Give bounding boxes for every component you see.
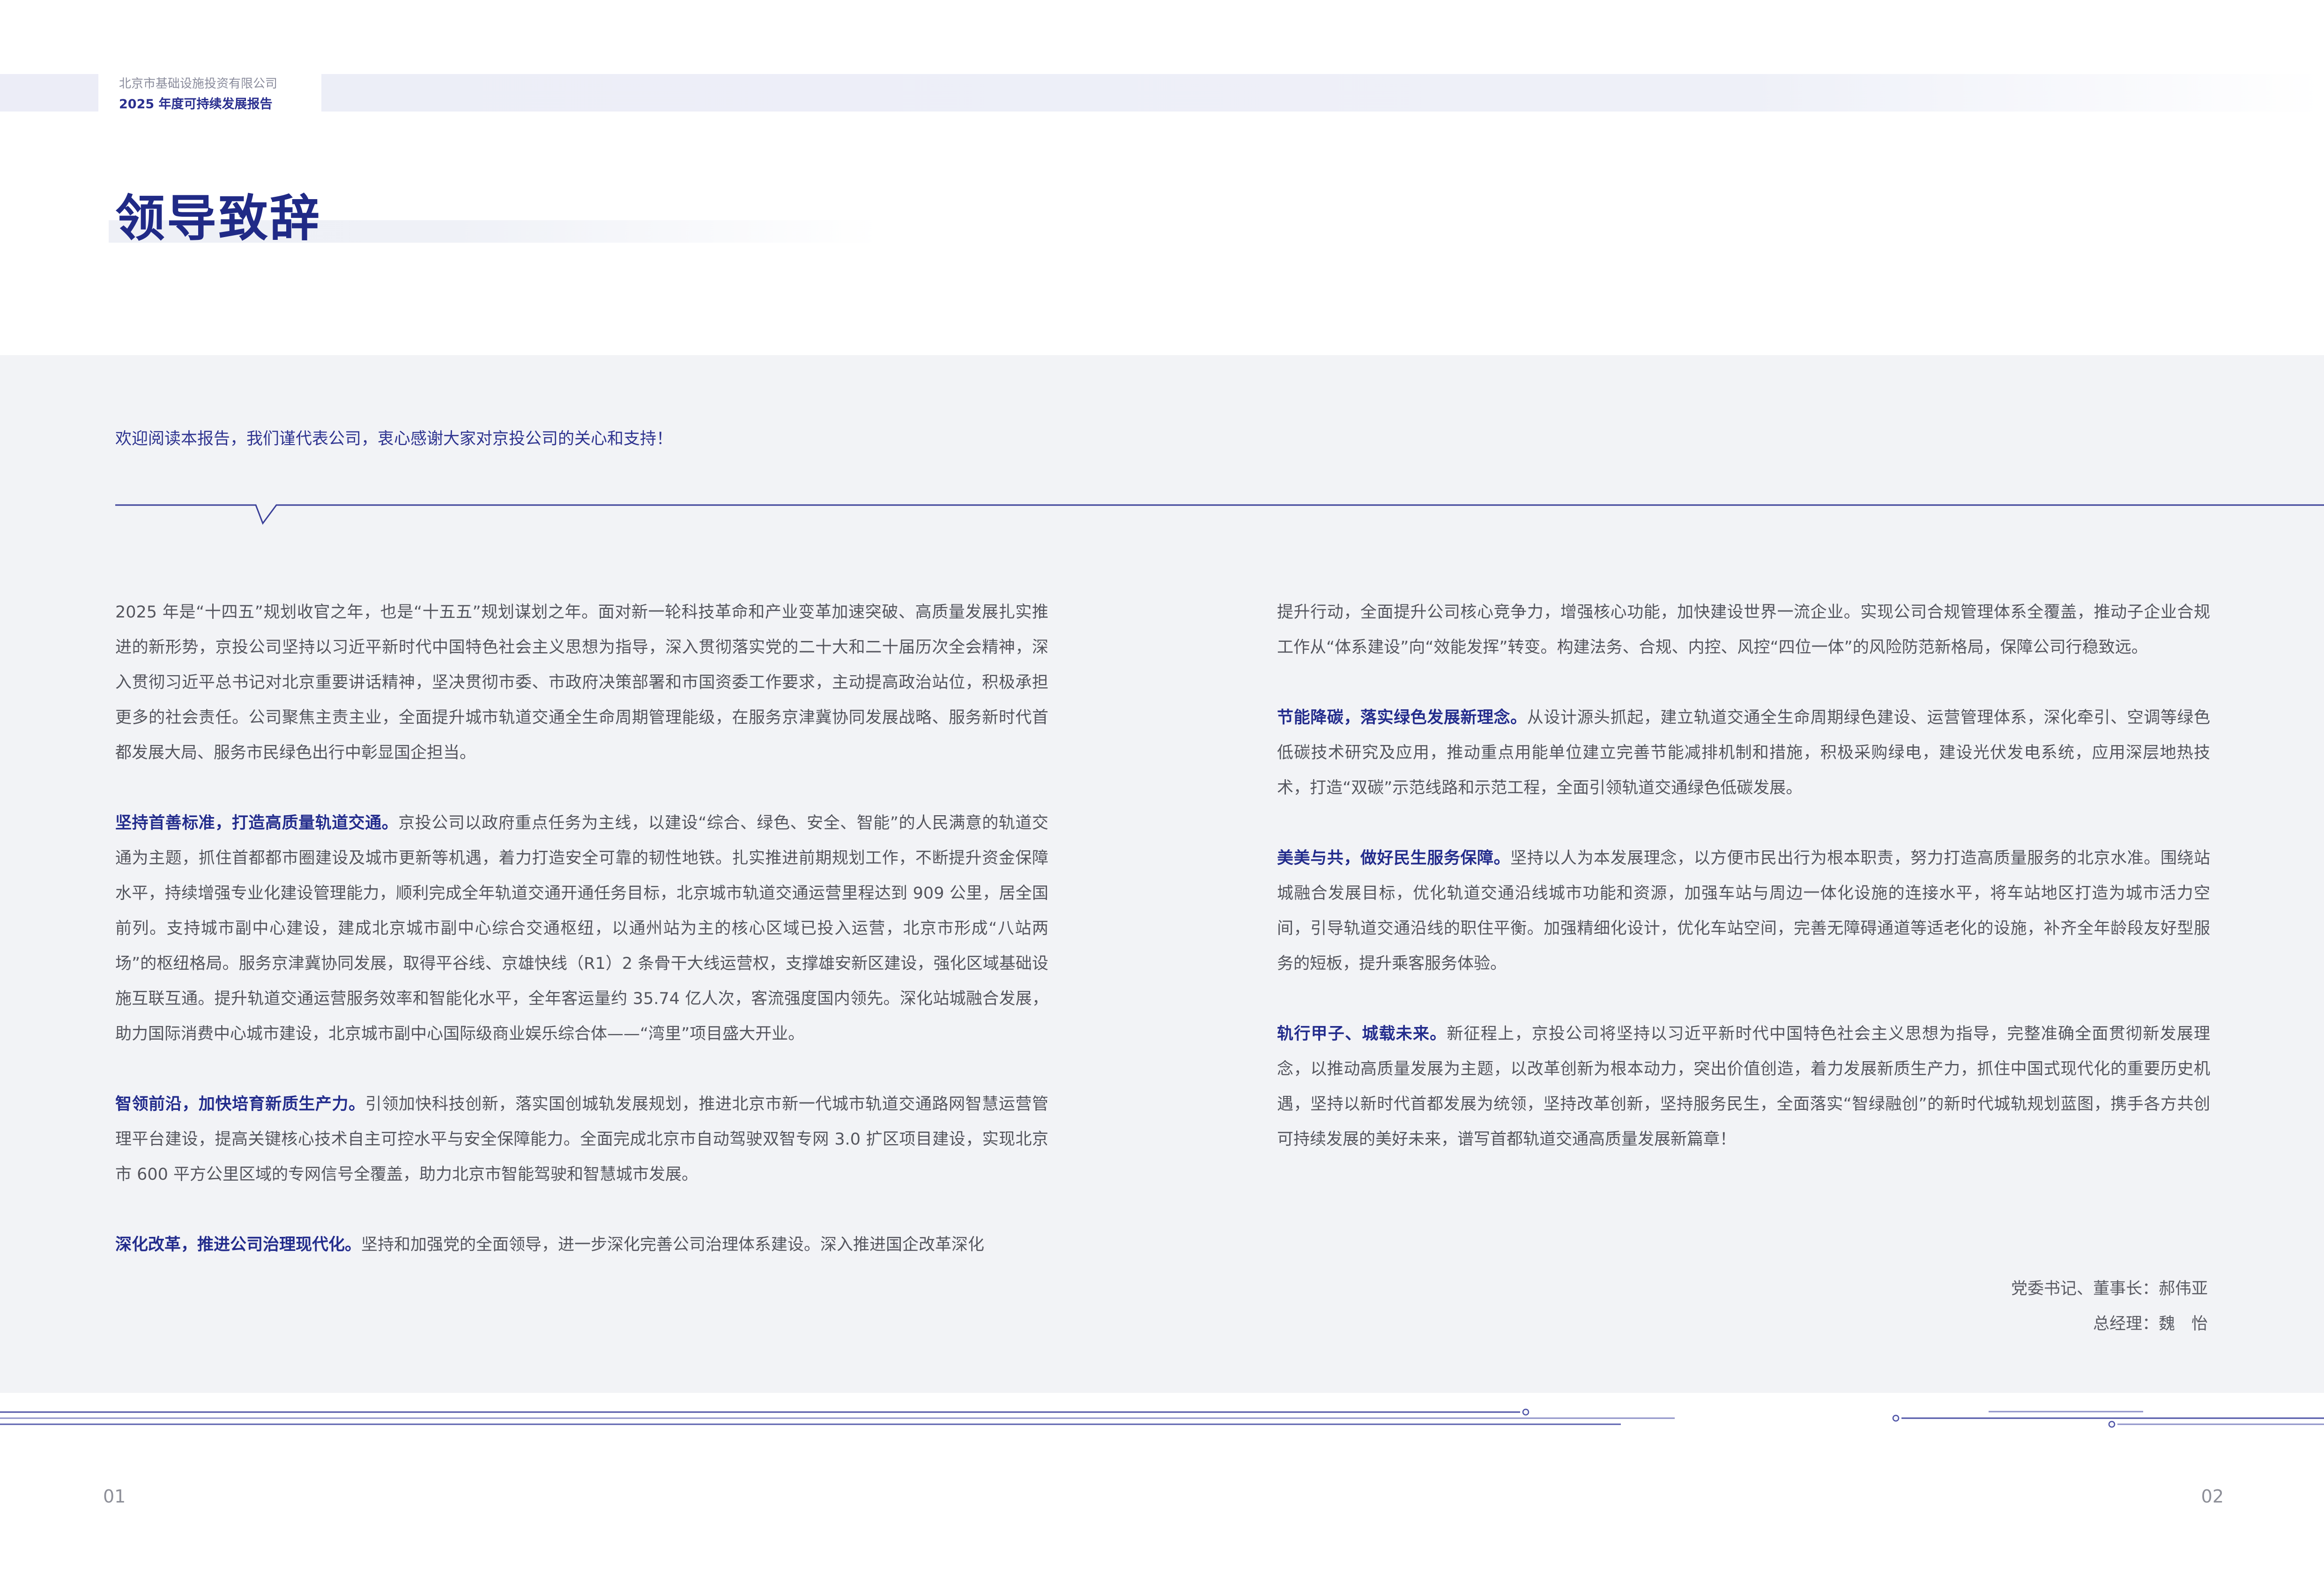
paragraph: 深化改革，推进公司治理现代化。坚持和加强党的全面领导，进一步深化完善公司治理体系… bbox=[115, 1227, 1048, 1263]
paragraph: 2025 年是“十四五”规划收官之年，也是“十五五”规划谋划之年。面对新一轮科技… bbox=[115, 595, 1048, 771]
right-column: 提升行动，全面提升公司核心竞争力，增强核心功能，加快建设世界一流企业。实现公司合… bbox=[1277, 595, 2210, 1157]
signature-chairman: 党委书记、董事长：郝伟亚 bbox=[2011, 1279, 2208, 1298]
page-number-right: 02 bbox=[2201, 1486, 2224, 1507]
paragraph-body: 京投公司以政府重点任务为主线，以建设“综合、绿色、安全、智能”的人民满意的轨道交… bbox=[115, 814, 1048, 1043]
paragraph: 美美与共，做好民生服务保障。坚持以人为本发展理念，以方便市民出行为根本职责，努力… bbox=[1277, 841, 2210, 982]
paragraph: 轨行甲子、城载未来。新征程上，京投公司将坚持以习近平新时代中国特色社会主义思想为… bbox=[1277, 1017, 2210, 1157]
left-column: 2025 年是“十四五”规划收官之年，也是“十五五”规划谋划之年。面对新一轮科技… bbox=[115, 595, 1048, 1263]
welcome-text: 欢迎阅读本报告，我们谨代表公司，衷心感谢大家对京投公司的关心和支持！ bbox=[115, 430, 673, 448]
paragraph-lead: 智领前沿，加快培育新质生产力。 bbox=[115, 1095, 365, 1114]
header-company-name: 北京市基础设施投资有限公司 bbox=[119, 77, 278, 91]
header-strip bbox=[0, 74, 2324, 112]
paragraph-lead: 深化改革，推进公司治理现代化。 bbox=[115, 1235, 362, 1254]
paragraph-lead: 轨行甲子、城载未来。 bbox=[1277, 1025, 1447, 1043]
paragraph: 坚持首善标准，打造高质量轨道交通。京投公司以政府重点任务为主线，以建设“综合、绿… bbox=[115, 806, 1048, 1052]
paragraph-lead: 节能降碳，落实绿色发展新理念。 bbox=[1277, 708, 1527, 727]
page-number-left: 01 bbox=[103, 1486, 126, 1507]
paragraph-lead: 美美与共，做好民生服务保障。 bbox=[1277, 849, 1511, 868]
signature-general-manager: 总经理：魏 怡 bbox=[2093, 1315, 2208, 1333]
paragraph: 智领前沿，加快培育新质生产力。引领加快科技创新，落实国创城轨发展规划，推进北京市… bbox=[115, 1087, 1048, 1192]
track-lines-decoration bbox=[0, 1408, 2324, 1428]
paragraph-body: 2025 年是“十四五”规划收官之年，也是“十五五”规划谋划之年。面对新一轮科技… bbox=[115, 603, 1048, 762]
paragraph-body: 提升行动，全面提升公司核心竞争力，增强核心功能，加快建设世界一流企业。实现公司合… bbox=[1277, 603, 2210, 657]
paragraph-lead: 坚持首善标准，打造高质量轨道交通。 bbox=[115, 814, 399, 833]
speech-divider bbox=[115, 504, 2324, 525]
paragraph-body: 坚持和加强党的全面领导，进一步深化完善公司治理体系建设。深入推进国企改革深化 bbox=[361, 1235, 985, 1254]
header-report-title: 2025 年度可持续发展报告 bbox=[119, 97, 273, 112]
paragraph: 提升行动，全面提升公司核心竞争力，增强核心功能，加快建设世界一流企业。实现公司合… bbox=[1277, 595, 2210, 665]
paragraph: 节能降碳，落实绿色发展新理念。从设计源头抓起，建立轨道交通全生命周期绿色建设、运… bbox=[1277, 700, 2210, 806]
page-title: 领导致辞 bbox=[115, 190, 321, 247]
